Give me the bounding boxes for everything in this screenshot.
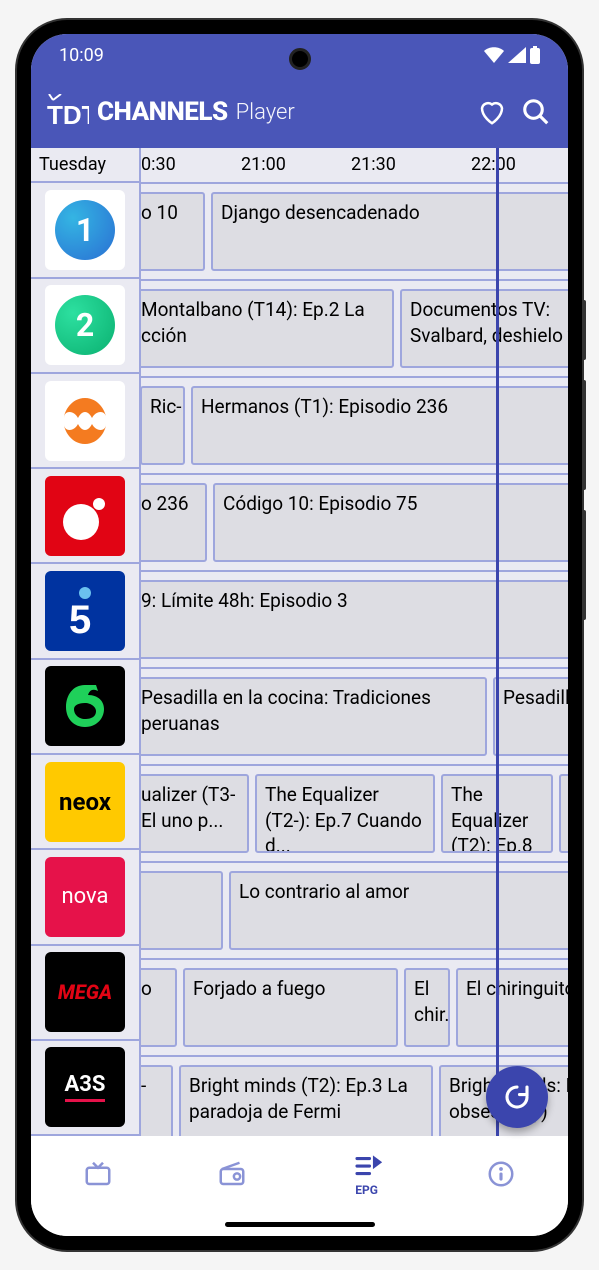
program-cell[interactable]: The Equalizer (T2-): Ep.7 Cuando d... [255,774,435,853]
epg-icon [352,1151,382,1181]
favorite-button[interactable] [476,96,508,128]
program-cell[interactable]: o [141,968,177,1047]
channel-logo-sexta[interactable] [31,660,139,755]
heart-icon [477,97,507,127]
channel-logo-a3[interactable] [31,374,139,469]
epg-row: oForjado a fuegoEl chir...El chiringuito [141,960,568,1057]
wifi-icon [484,47,504,63]
day-label: Tuesday [31,148,139,183]
program-cell[interactable]: Documentos TV: Svalbard, deshielo y t... [400,289,568,368]
channel-logo-t5[interactable]: 5 [31,564,139,659]
program-cell[interactable]: Django desencadenado [211,192,568,271]
status-icons [484,46,540,64]
time-mark: 22:00 [471,154,516,175]
cuatro-icon [55,486,115,546]
nav-info[interactable] [434,1159,568,1189]
lasexta-icon [58,679,112,733]
nav-label: EPG [355,1183,378,1197]
epg-row: Pesadilla en la cocina: Tradiciones peru… [141,669,568,766]
channel-logo-la1[interactable]: 1 [31,183,139,278]
side-button [582,300,586,360]
program-cell[interactable]: o 236 [141,483,207,562]
program-cell[interactable]: Separado [559,774,568,853]
app-bar: TDT CHANNELS Player [31,76,568,148]
program-cell[interactable]: Lo contrario al amor [229,871,568,950]
channels-column: Tuesday 1 2 5 [31,148,141,1136]
gesture-bar[interactable] [225,1222,375,1227]
program-cell[interactable]: Forjado a fuego [183,968,398,1047]
time-mark: 21:30 [351,154,396,175]
program-cell[interactable]: 9: Límite 48h: Episodio 3 [141,580,568,659]
program-cell[interactable]: - [141,1065,173,1136]
antena3-icon [54,390,116,452]
bottom-nav: EPG [31,1136,568,1212]
time-header: 0:30 21:00 21:30 22:00 [141,148,568,184]
epg-row: o 10Django desencadenado [141,184,568,281]
epg-row: Ric-Hermanos (T1): Episodio 236 [141,378,568,475]
battery-icon [530,46,540,64]
program-cell[interactable]: El chiringuito [456,968,568,1047]
signal-icon [508,47,526,63]
svg-text:TDT: TDT [47,100,89,130]
program-cell[interactable]: ualizer (T3- El uno p... [141,774,249,853]
side-button [582,380,586,490]
channel-logo-nova[interactable]: nova [31,850,139,945]
channel-logo-mega[interactable]: MEGA [31,946,139,1041]
program-cell[interactable]: Bright minds (T2): Ep.3 La paradoja de F… [179,1065,433,1136]
time-mark: 21:00 [241,154,286,175]
brand-main: CHANNELS [97,97,228,127]
channel-logo-a3s[interactable]: A3S [31,1041,139,1136]
channel-logo-neox[interactable]: neox [31,755,139,850]
gesture-area [31,1212,568,1236]
channel-logo-la2[interactable]: 2 [31,279,139,374]
epg-row: o 236Código 10: Episodio 75 [141,475,568,572]
now-indicator [496,148,499,1136]
status-time: 10:09 [59,45,104,66]
epg-row: ualizer (T3- El uno p...The Equalizer (T… [141,766,568,863]
nav-radio[interactable] [165,1159,299,1189]
search-icon [521,97,551,127]
program-cell[interactable]: Hermanos (T1): Episodio 236 [191,386,568,465]
camera-punchhole [289,48,311,70]
device-frame: 10:09 TDT CHANNELS Player [17,20,582,1250]
programs-grid[interactable]: 0:30 21:00 21:30 22:00 o 10Django desenc… [141,148,568,1136]
program-cell[interactable]: Código 10: Episodio 75 [213,483,568,562]
nav-tv[interactable] [31,1159,165,1189]
tv-icon [83,1159,113,1189]
program-cell[interactable]: Pesadilla en la cocina: Tradiciones peru… [141,677,487,756]
nav-epg[interactable]: EPG [300,1151,434,1197]
epg-row: 9: Límite 48h: Episodio 3 [141,572,568,669]
brand: TDT CHANNELS Player [47,94,295,130]
info-icon [486,1159,516,1189]
svg-text:5: 5 [69,598,91,641]
epg-grid[interactable]: Tuesday 1 2 5 [31,148,568,1136]
radio-icon [217,1159,247,1189]
program-cell[interactable]: o 10 [141,192,205,271]
telecinco-icon: 5 [55,581,115,641]
brand-sub: Player [236,100,295,125]
refresh-icon [502,1082,532,1112]
program-cell[interactable]: Ric- [141,386,185,465]
tdt-logo-icon: TDT [47,94,89,130]
program-cell[interactable]: El chir... [404,968,450,1047]
screen: 10:09 TDT CHANNELS Player [31,34,568,1236]
time-mark: 0:30 [141,154,176,175]
refresh-fab[interactable] [486,1066,548,1128]
side-button [582,510,586,620]
search-button[interactable] [520,96,552,128]
program-cell[interactable]: Pesadillas [493,677,568,756]
epg-row: Montalbano (T14): Ep.2 La cciónDocumento… [141,281,568,378]
program-cell[interactable]: Montalbano (T14): Ep.2 La cción [141,289,394,368]
channel-logo-cuatro[interactable] [31,469,139,564]
epg-row: Lo contrario al amor [141,863,568,960]
program-cell[interactable] [141,871,223,950]
